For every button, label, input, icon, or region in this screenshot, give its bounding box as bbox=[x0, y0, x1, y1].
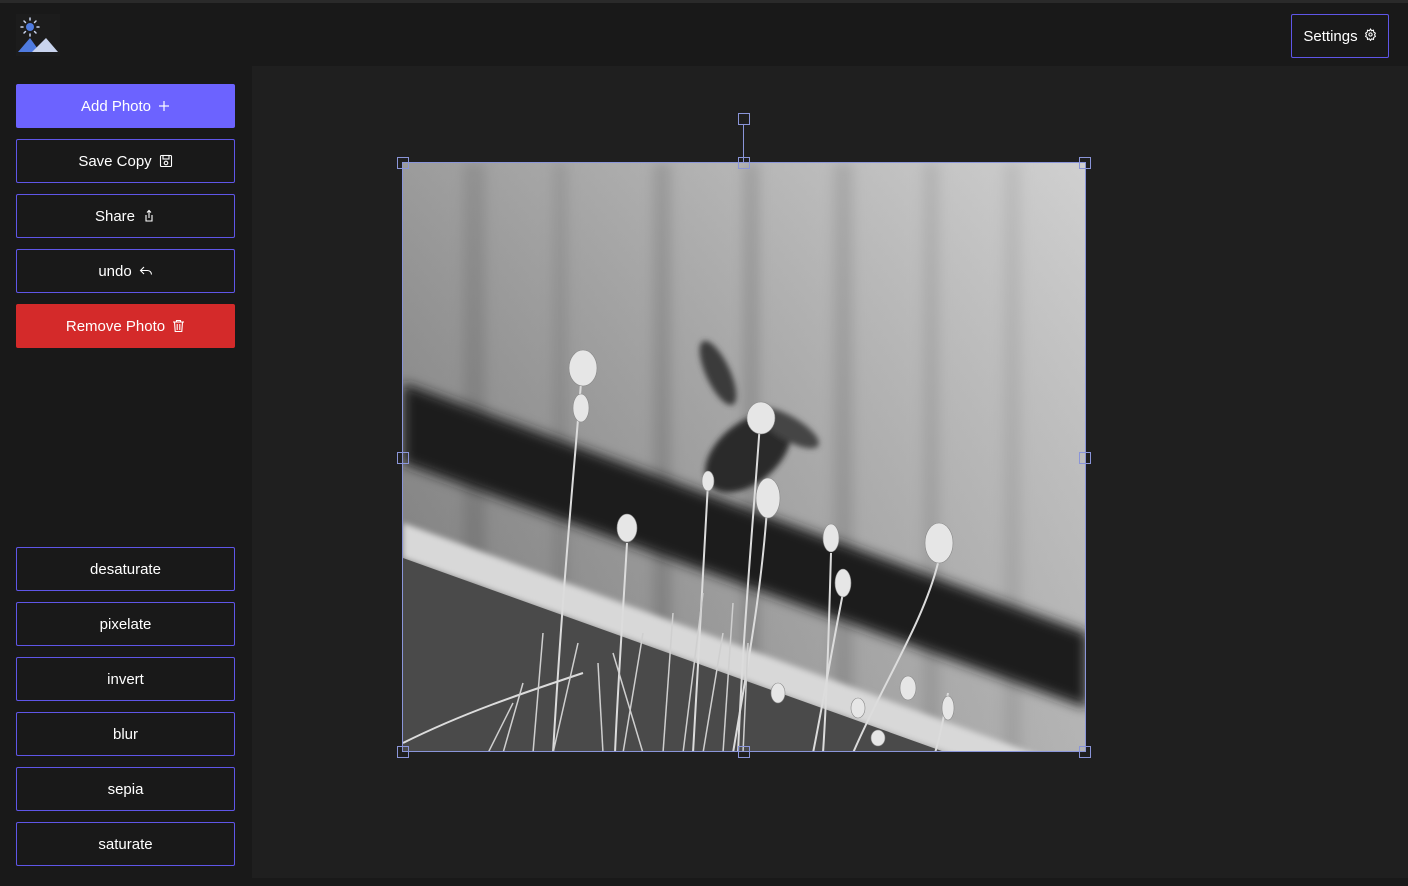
photo-image bbox=[403, 163, 1085, 751]
settings-label: Settings bbox=[1303, 27, 1358, 45]
selected-photo[interactable] bbox=[402, 162, 1086, 752]
resize-handle-bottom[interactable] bbox=[738, 746, 750, 758]
filter-saturate-button[interactable]: saturate bbox=[16, 822, 235, 866]
filter-sepia-button[interactable]: sepia bbox=[16, 767, 235, 811]
undo-label: undo bbox=[98, 262, 132, 280]
rotate-handle[interactable] bbox=[738, 113, 750, 125]
filter-label: desaturate bbox=[90, 560, 161, 578]
filter-label: pixelate bbox=[99, 615, 152, 633]
resize-handle-left[interactable] bbox=[397, 452, 409, 464]
image-editor-app: Settings Add Photo Save Copy Share undo … bbox=[0, 0, 1408, 886]
add-photo-button[interactable]: Add Photo bbox=[16, 84, 235, 128]
filter-invert-button[interactable]: invert bbox=[16, 657, 235, 701]
save-copy-button[interactable]: Save Copy bbox=[16, 139, 235, 183]
undo-button[interactable]: undo bbox=[16, 249, 235, 293]
undo-icon bbox=[139, 264, 153, 278]
save-copy-label: Save Copy bbox=[78, 152, 152, 170]
gear-icon bbox=[1364, 27, 1377, 45]
add-photo-label: Add Photo bbox=[80, 97, 152, 115]
remove-photo-button[interactable]: Remove Photo bbox=[16, 304, 235, 348]
share-button[interactable]: Share bbox=[16, 194, 235, 238]
share-icon bbox=[142, 209, 156, 223]
resize-handle-top[interactable] bbox=[738, 157, 750, 169]
share-label: Share bbox=[94, 207, 136, 225]
trash-icon bbox=[172, 319, 185, 333]
resize-handle-top-right[interactable] bbox=[1079, 157, 1091, 169]
filter-desaturate-button[interactable]: desaturate bbox=[16, 547, 235, 591]
filter-label: blur bbox=[112, 725, 138, 743]
resize-handle-right[interactable] bbox=[1079, 452, 1091, 464]
filter-label: sepia bbox=[107, 780, 144, 798]
settings-button[interactable]: Settings bbox=[1291, 14, 1389, 58]
remove-photo-label: Remove Photo bbox=[65, 317, 166, 335]
plus-icon bbox=[158, 100, 170, 112]
image-editor-logo-icon bbox=[16, 14, 60, 56]
top-strip bbox=[0, 0, 1408, 3]
filter-pixelate-button[interactable]: pixelate bbox=[16, 602, 235, 646]
sidebar bbox=[0, 66, 252, 878]
filter-blur-button[interactable]: blur bbox=[16, 712, 235, 756]
filter-label: invert bbox=[107, 670, 144, 688]
filter-label: saturate bbox=[98, 835, 153, 853]
resize-handle-bottom-right[interactable] bbox=[1079, 746, 1091, 758]
resize-handle-top-left[interactable] bbox=[397, 157, 409, 169]
resize-handle-bottom-left[interactable] bbox=[397, 746, 409, 758]
floppy-disk-icon bbox=[159, 154, 173, 168]
